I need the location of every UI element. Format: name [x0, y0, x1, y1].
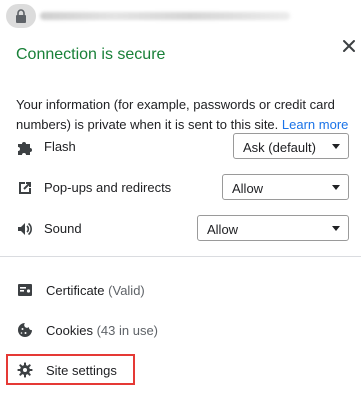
learn-more-link[interactable]: Learn more — [282, 117, 348, 132]
speaker-icon — [18, 222, 32, 236]
close-icon[interactable] — [340, 37, 358, 55]
permission-row-flash: Flash Ask (default) — [0, 133, 361, 161]
certificate-status: (Valid) — [108, 283, 145, 298]
site-info-popup: Connection is secure Your information (f… — [0, 31, 361, 400]
popup-external-icon — [19, 182, 31, 194]
popups-select-value: Allow — [232, 181, 264, 196]
highlight-box — [6, 354, 135, 385]
blurred-url — [40, 12, 290, 20]
chevron-down-icon — [332, 185, 340, 190]
puzzle-icon — [18, 142, 32, 155]
certificate-icon — [18, 284, 32, 296]
sound-select[interactable]: Allow — [197, 215, 349, 241]
chevron-down-icon — [332, 144, 340, 149]
permission-row-popups: Pop-ups and redirects Allow — [0, 174, 361, 202]
certificate-item[interactable]: Certificate (Valid) — [0, 278, 361, 302]
cookies-item[interactable]: Cookies (43 in use) — [0, 318, 361, 342]
flash-select[interactable]: Ask (default) — [233, 133, 349, 159]
description-line-1: Your information (for example, passwords… — [16, 97, 335, 112]
security-description: Your information (for example, passwords… — [16, 95, 351, 135]
permission-label-sound: Sound — [44, 221, 82, 236]
permission-row-sound: Sound Allow — [0, 215, 361, 243]
cookies-label: Cookies (43 in use) — [46, 323, 158, 338]
sound-select-value: Allow — [207, 222, 239, 237]
permission-label-popups: Pop-ups and redirects — [44, 180, 172, 195]
site-info-button[interactable] — [6, 4, 36, 28]
address-bar — [0, 0, 361, 31]
cookies-count: (43 in use) — [96, 323, 159, 338]
popups-select[interactable]: Allow — [222, 174, 349, 200]
certificate-label: Certificate (Valid) — [46, 283, 145, 298]
description-line-2: numbers) is private when it is sent to t… — [16, 117, 279, 132]
chevron-down-icon — [332, 226, 340, 231]
popup-title: Connection is secure — [16, 46, 166, 63]
cookie-icon — [18, 323, 32, 337]
section-divider — [0, 256, 361, 257]
certificate-text: Certificate — [46, 283, 105, 298]
flash-select-value: Ask (default) — [243, 140, 316, 155]
cookies-text: Cookies — [46, 323, 93, 338]
lock-icon — [16, 9, 26, 23]
permission-label-flash: Flash — [44, 139, 76, 154]
